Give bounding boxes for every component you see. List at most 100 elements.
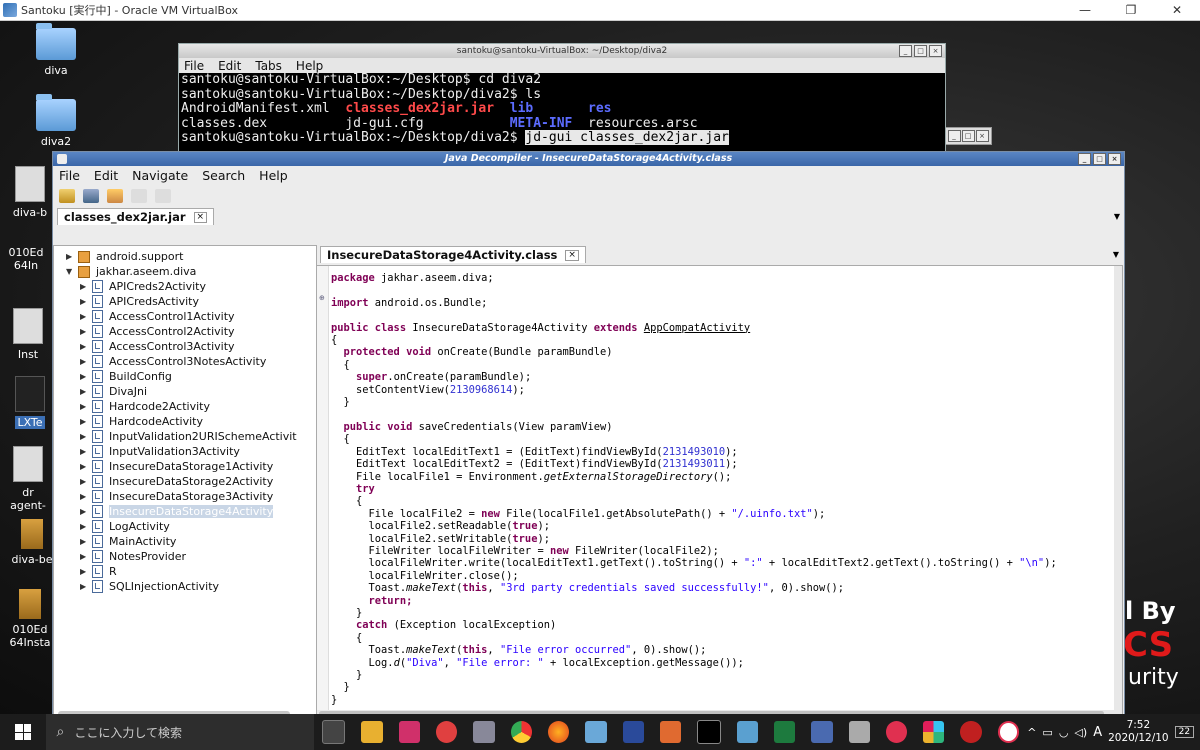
jd-gui-window[interactable]: Java Decompiler - InsecureDataStorage4Ac… (52, 151, 1125, 714)
expand-arrow-icon[interactable]: ▶ (80, 537, 92, 546)
app-icon-oo[interactable] (885, 721, 908, 743)
minimize-icon[interactable]: _ (1078, 153, 1091, 165)
minimize-icon[interactable]: _ (899, 45, 912, 57)
tree-class-item[interactable]: ▶ InputValidation2URISchemeActivit (80, 429, 297, 444)
close-button[interactable]: ✕ (1154, 3, 1200, 17)
open-file-icon[interactable] (59, 189, 75, 203)
menu-help[interactable]: Help (259, 168, 288, 183)
app-icon-gear[interactable] (848, 721, 870, 743)
app-icon-tool[interactable] (473, 721, 495, 743)
menu-navigate[interactable]: Navigate (132, 168, 188, 183)
desktop-folder-diva[interactable]: diva (16, 23, 96, 77)
expand-arrow-icon[interactable]: ▶ (80, 432, 92, 441)
app-icon-blue[interactable] (622, 721, 644, 743)
terminal-output[interactable]: santoku@santoku-VirtualBox:~/Desktop$ cd… (179, 72, 945, 146)
tab-classes-dex2jar[interactable]: classes_dex2jar.jar × (57, 208, 215, 225)
expand-arrow-icon[interactable]: ▶ (80, 312, 92, 321)
open-type-icon[interactable] (83, 189, 99, 203)
terminal-window[interactable]: santoku@santoku-VirtualBox: ~/Desktop/di… (178, 43, 946, 160)
minimize-icon[interactable]: _ (947, 130, 961, 142)
tab-insecuredatastorage4activity[interactable]: InsecureDataStorage4Activity.class × (320, 246, 586, 263)
expand-arrow-icon[interactable]: ▶ (80, 327, 92, 336)
expand-arrow-icon[interactable]: ▶ (80, 582, 92, 591)
battery-icon[interactable]: ▭ (1042, 726, 1052, 739)
tree-class-item[interactable]: ▶ APICredsActivity (80, 294, 199, 309)
editor-tab-dropdown-icon[interactable]: ▼ (1113, 250, 1119, 259)
chrome-icon[interactable] (510, 721, 532, 743)
tree-class-item[interactable]: ▶ DivaJni (80, 384, 147, 399)
close-tab-icon[interactable]: × (565, 249, 579, 261)
terminal-menu-file[interactable]: File (184, 59, 204, 73)
terminal-menu-help[interactable]: Help (296, 59, 323, 73)
maximize-icon[interactable]: □ (914, 45, 927, 57)
expand-arrow-icon[interactable]: ▶ (80, 417, 92, 426)
close-icon[interactable]: × (975, 130, 989, 142)
task-view-icon[interactable] (322, 720, 346, 744)
expand-arrow-icon[interactable]: ▶ (80, 447, 92, 456)
notification-icon[interactable]: 22 (1174, 726, 1195, 738)
menu-edit[interactable]: Edit (94, 168, 118, 183)
expand-arrow-icon[interactable]: ▶ (80, 297, 92, 306)
expand-arrow-icon[interactable]: ▶ (80, 357, 92, 366)
ime-indicator[interactable]: A (1093, 725, 1102, 740)
tree-class-item[interactable]: ▶ InputValidation3Activity (80, 444, 240, 459)
tree-class-item[interactable]: ▶ AccessControl3Activity (80, 339, 235, 354)
expand-arrow-icon[interactable]: ▶ (80, 507, 92, 516)
tree-class-item[interactable]: ▶ MainActivity (80, 534, 176, 549)
app-icon-debian[interactable] (960, 721, 982, 743)
source-code-view[interactable]: ⊕ package jakhar.aseem.diva; import andr… (316, 265, 1123, 714)
tree-class-item[interactable]: ▶ Hardcode2Activity (80, 399, 210, 414)
terminal-menu-tabs[interactable]: Tabs (255, 59, 282, 73)
file-explorer-icon[interactable] (361, 721, 383, 743)
expand-arrow-icon[interactable]: ▶ (80, 477, 92, 486)
expand-arrow-icon[interactable]: ▶ (80, 567, 92, 576)
expand-arrow-icon[interactable]: ▶ (80, 492, 92, 501)
tree-class-item[interactable]: ▶ AccessControl1Activity (80, 309, 235, 324)
search-icon[interactable] (107, 189, 123, 203)
tree-class-item[interactable]: ▶ InsecureDataStorage4Activity (80, 504, 274, 519)
desktop-folder-diva2[interactable]: diva2 (16, 94, 96, 148)
start-button[interactable] (0, 714, 46, 750)
chevron-up-icon[interactable]: ^ (1027, 726, 1036, 739)
volume-icon[interactable]: ◁) (1074, 726, 1087, 739)
maximize-icon[interactable]: □ (1093, 153, 1106, 165)
expand-arrow-icon[interactable]: ▶ (80, 387, 92, 396)
tree-class-item[interactable]: ▶ NotesProvider (80, 549, 186, 564)
close-tab-icon[interactable]: × (193, 211, 208, 223)
virtualbox-app-icon[interactable] (811, 721, 833, 743)
menu-file[interactable]: File (59, 168, 80, 183)
tree-class-item[interactable]: ▶ LogActivity (80, 519, 170, 534)
expand-arrow-icon[interactable]: ▶ (80, 342, 92, 351)
tree-class-item[interactable]: ▶ InsecureDataStorage1Activity (80, 459, 273, 474)
app-icon-burp[interactable] (659, 721, 682, 743)
tree-class-item[interactable]: ▶ APICreds2Activity (80, 279, 206, 294)
network-icon[interactable]: ◡ (1059, 726, 1069, 739)
excel-icon[interactable] (773, 721, 796, 743)
maximize-icon[interactable]: □ (961, 130, 975, 142)
terminal-menu-edit[interactable]: Edit (218, 59, 241, 73)
taskbar-search-box[interactable]: ⌕ ここに入力して検索 (46, 714, 315, 750)
tree-class-item[interactable]: ▶ SQLInjectionActivity (80, 579, 219, 594)
tree-class-item[interactable]: ▶ InsecureDataStorage3Activity (80, 489, 273, 504)
tree-class-item[interactable]: ▶ InsecureDataStorage2Activity (80, 474, 273, 489)
close-icon[interactable]: × (1108, 153, 1121, 165)
app-icon-photo[interactable] (736, 721, 758, 743)
terminal-app-icon[interactable] (697, 720, 721, 744)
restore-button[interactable]: ❐ (1108, 3, 1154, 17)
menu-search[interactable]: Search (202, 168, 245, 183)
tab-dropdown-icon[interactable]: ▼ (1114, 212, 1120, 221)
app-icon-pink[interactable] (398, 721, 421, 743)
expand-arrow-icon[interactable]: ▶ (80, 552, 92, 561)
superclass-link[interactable]: AppCompatActivity (644, 322, 750, 334)
minimize-button[interactable]: — (1062, 3, 1108, 17)
forward-icon[interactable] (155, 189, 171, 203)
close-icon[interactable]: × (929, 45, 942, 57)
fold-icon[interactable]: ⊕ (319, 294, 325, 302)
tree-class-item[interactable]: ▶ HardcodeActivity (80, 414, 203, 429)
tree-package-android-support[interactable]: ▶ android.support (66, 249, 183, 264)
app-icon-notes[interactable] (585, 721, 607, 743)
tree-class-item[interactable]: ▶ AccessControl3NotesActivity (80, 354, 266, 369)
tree-class-item[interactable]: ▶ BuildConfig (80, 369, 172, 384)
tree-class-item[interactable]: ▶ AccessControl2Activity (80, 324, 235, 339)
back-icon[interactable] (131, 189, 147, 203)
